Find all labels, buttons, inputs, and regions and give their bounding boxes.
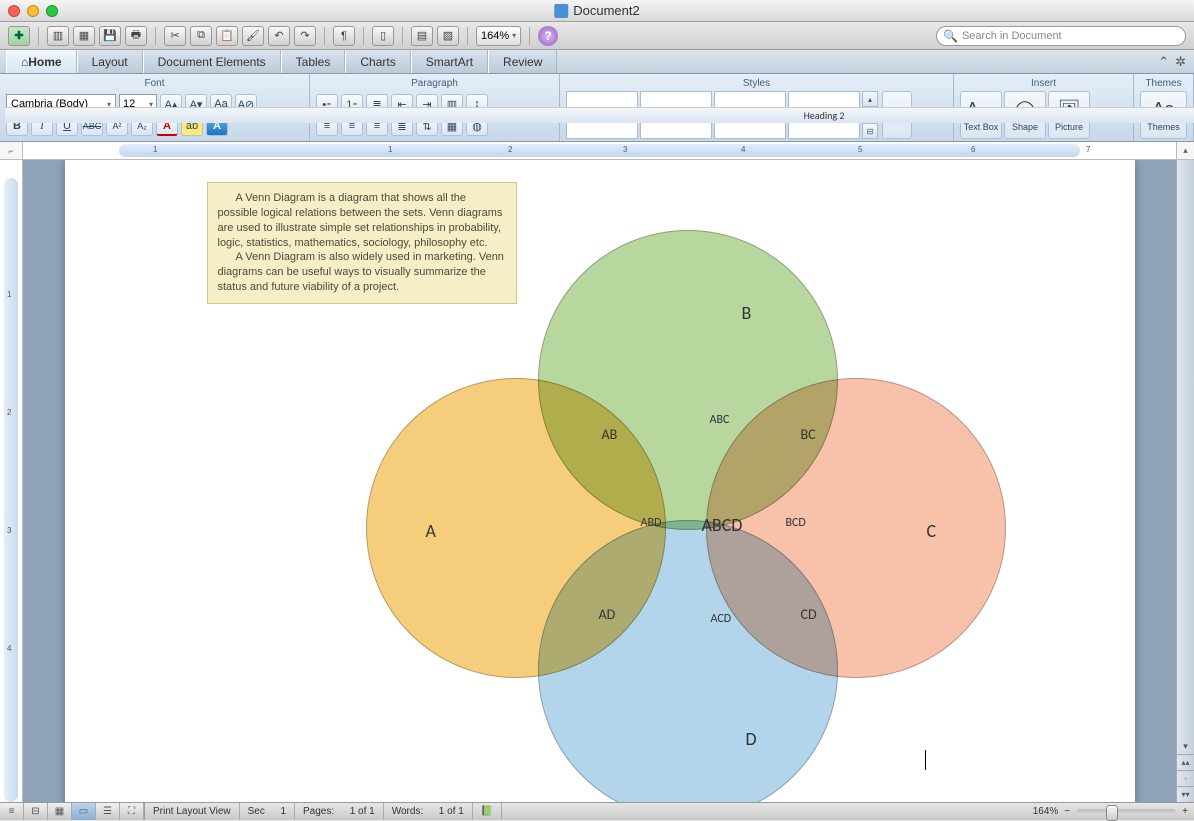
status-spelling-icon[interactable]: 📗 — [473, 803, 502, 820]
venn-label-c: C — [927, 520, 937, 542]
venn-label-d: D — [746, 728, 757, 750]
view-notebook-button[interactable]: ☰ — [96, 803, 120, 820]
browse-object-icon[interactable]: ◦ — [1177, 770, 1194, 786]
tab-smartart[interactable]: SmartArt — [411, 50, 488, 73]
quick-access-toolbar: ✚ ▥ ▦ 💾 🖶 ✂ ⧉ 📋 🖌 ↶ ↷ ¶ ▯ ▤ ▨ 164% ? 🔍 — [0, 22, 1194, 50]
view-print-button[interactable]: ▭ — [72, 803, 96, 820]
window-title: Document2 — [554, 3, 639, 18]
zoom-slider[interactable] — [1076, 809, 1176, 815]
styles-gallery-button[interactable]: ⊟ — [862, 123, 878, 139]
tab-review[interactable]: Review — [488, 50, 557, 73]
zoom-select[interactable]: 164% — [476, 26, 521, 46]
page-down-icon[interactable]: ▾▾ — [1177, 786, 1194, 802]
vertical-scrollbar[interactable]: ▾ ▴▴ ◦ ▾▾ — [1176, 160, 1194, 802]
help-button[interactable]: ? — [538, 26, 558, 46]
open-button[interactable]: ▥ — [47, 26, 69, 46]
document-area[interactable]: A Venn Diagram is a diagram that shows a… — [23, 160, 1176, 802]
styles-scroll-up[interactable]: ▴ — [862, 91, 878, 107]
zoom-in-icon[interactable]: + — [1182, 806, 1188, 817]
scrollbar-down-icon[interactable]: ▾ — [1177, 738, 1194, 754]
media-browser-button[interactable]: ▨ — [437, 26, 459, 46]
venn-label-bc: BC — [801, 426, 816, 443]
status-view-label: Print Layout View — [145, 803, 240, 820]
venn-label-ad: AD — [599, 606, 616, 623]
group-label-styles: Styles — [566, 77, 947, 91]
venn-label-abc: ABC — [710, 413, 730, 427]
tab-home[interactable]: Home — [6, 50, 77, 73]
view-publishing-button[interactable]: ▦ — [48, 803, 72, 820]
style-heading2[interactable]: AaBbCcDdEe Heading 2 — [788, 91, 860, 139]
tab-layout[interactable]: Layout — [77, 50, 143, 73]
status-pages: Pages: 1 of 1 — [295, 803, 384, 820]
venn-label-bcd: BCD — [786, 516, 806, 530]
template-button[interactable]: ▦ — [73, 26, 95, 46]
print-button[interactable]: 🖶 — [125, 26, 147, 46]
venn-label-cd: CD — [801, 606, 817, 623]
venn-label-acd: ACD — [711, 612, 732, 626]
venn-label-a: A — [426, 520, 436, 542]
scrollbar-up-icon[interactable]: ▴ — [1176, 142, 1194, 159]
sidebar-button[interactable]: ▯ — [372, 26, 394, 46]
copy-button[interactable]: ⧉ — [190, 26, 212, 46]
titlebar: Document2 — [0, 0, 1194, 22]
status-bar: ≡ ⊟ ▦ ▭ ☰ ⛶ Print Layout View Sec 1 Page… — [0, 802, 1194, 820]
tab-charts[interactable]: Charts — [345, 50, 410, 73]
tab-stop-selector[interactable]: ⌐ — [0, 142, 23, 159]
format-painter-button[interactable]: 🖌 — [242, 26, 264, 46]
search-icon: 🔍 — [943, 29, 958, 43]
venn-label-ab: AB — [602, 426, 618, 443]
status-section: Sec 1 — [240, 803, 295, 820]
ribbon-home: Font Cambria (Body) 12 A▴ A▾ Aa A⊘ B I U… — [0, 74, 1194, 142]
group-label-paragraph: Paragraph — [316, 77, 553, 91]
save-button[interactable]: 💾 — [99, 26, 121, 46]
group-label-insert: Insert — [960, 77, 1127, 91]
search-input[interactable] — [962, 30, 1179, 42]
cut-button[interactable]: ✂ — [164, 26, 186, 46]
ruler-horizontal: ⌐ 1 1 2 3 4 5 6 7 ▴ — [0, 142, 1194, 160]
zoom-out-icon[interactable]: − — [1064, 806, 1070, 817]
ribbon-tabs: Home Layout Document Elements Tables Cha… — [0, 50, 1194, 74]
status-words[interactable]: Words: 1 of 1 — [384, 803, 473, 820]
venn-diagram[interactable]: B A C D AB BC AD CD ABC ABD BCD ACD ABCD — [360, 230, 1010, 802]
toolbox-button[interactable]: ▤ — [411, 26, 433, 46]
zoom-window-icon[interactable] — [46, 5, 58, 17]
tab-tables[interactable]: Tables — [281, 50, 346, 73]
undo-button[interactable]: ↶ — [268, 26, 290, 46]
paste-button[interactable]: 📋 — [216, 26, 238, 46]
ruler-vertical: 1 2 3 4 — [0, 160, 23, 802]
redo-button[interactable]: ↷ — [294, 26, 316, 46]
close-window-icon[interactable] — [8, 5, 20, 17]
show-marks-button[interactable]: ¶ — [333, 26, 355, 46]
ribbon-collapse-icon[interactable]: ⌃ — [1158, 54, 1169, 70]
status-zoom-value[interactable]: 164% — [1033, 806, 1059, 817]
search-in-document[interactable]: 🔍 — [936, 26, 1186, 46]
text-cursor — [925, 750, 926, 770]
group-label-font: Font — [6, 77, 303, 91]
venn-circle-d[interactable] — [538, 520, 838, 802]
venn-label-b: B — [742, 302, 752, 324]
ribbon-settings-icon[interactable]: ✲ — [1175, 54, 1186, 70]
venn-label-abcd: ABCD — [702, 514, 743, 536]
minimize-window-icon[interactable] — [27, 5, 39, 17]
view-outline-button[interactable]: ⊟ — [24, 803, 48, 820]
view-fullscreen-button[interactable]: ⛶ — [120, 803, 144, 820]
new-doc-button[interactable]: ✚ — [8, 26, 30, 46]
view-draft-button[interactable]: ≡ — [0, 803, 24, 820]
group-label-themes: Themes — [1140, 77, 1187, 91]
tab-document-elements[interactable]: Document Elements — [143, 50, 281, 73]
venn-label-abd: ABD — [641, 516, 662, 530]
page-up-icon[interactable]: ▴▴ — [1177, 754, 1194, 770]
document-page[interactable]: A Venn Diagram is a diagram that shows a… — [65, 160, 1135, 802]
